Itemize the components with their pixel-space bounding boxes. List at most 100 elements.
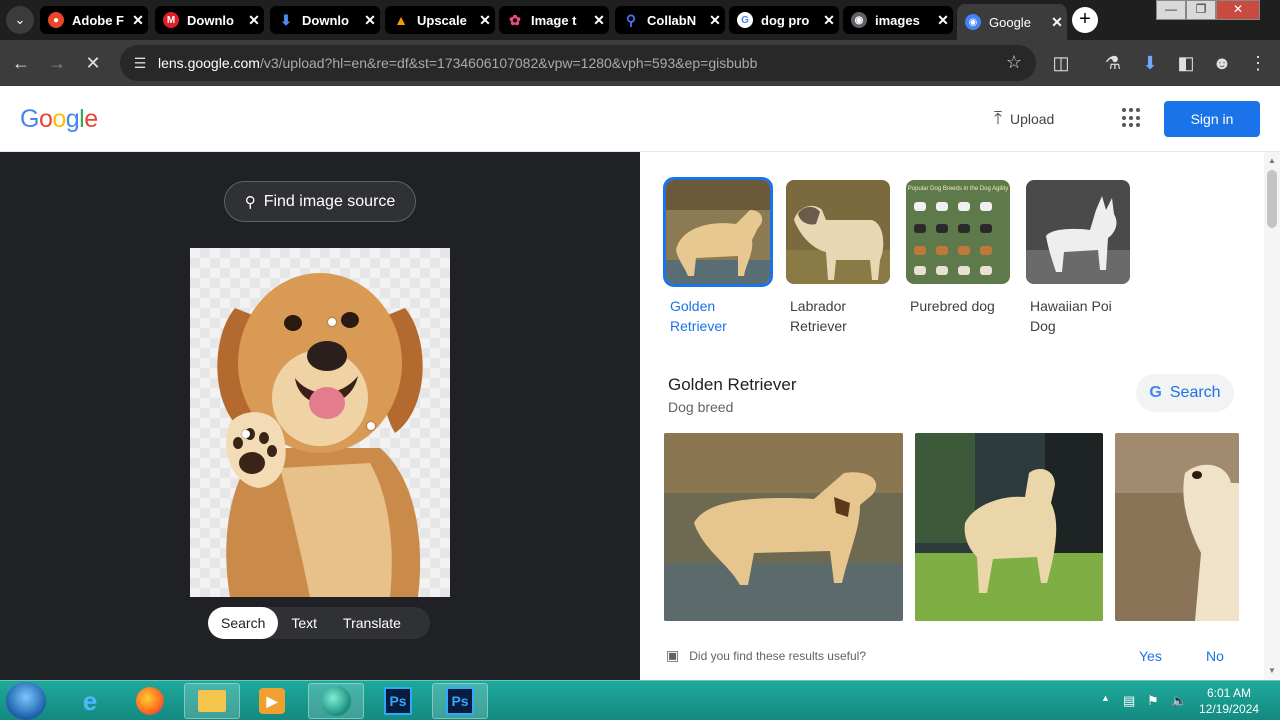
visual-match-dot[interactable] bbox=[328, 318, 336, 326]
query-image[interactable] bbox=[190, 248, 450, 597]
tab-adobe[interactable]: ● Adobe F ✕ bbox=[40, 6, 148, 34]
restore-button[interactable]: ❐ bbox=[1186, 0, 1216, 20]
entity-label[interactable]: Labrador Retriever bbox=[786, 296, 890, 336]
mode-search-tab[interactable]: Search bbox=[208, 607, 279, 639]
labs-button[interactable]: ⚗ bbox=[1100, 50, 1126, 76]
tab-images[interactable]: ◉ images ✕ bbox=[843, 6, 953, 34]
volume-muted-icon[interactable]: 🔈 bbox=[1171, 693, 1187, 709]
profile-button[interactable]: ☻ bbox=[1209, 50, 1235, 76]
browser-menu-button[interactable]: ⋮ bbox=[1245, 50, 1271, 76]
close-window-button[interactable]: ✕ bbox=[1216, 0, 1260, 20]
tab-collabn[interactable]: ⚲ CollabN ✕ bbox=[615, 6, 725, 34]
close-icon[interactable]: ✕ bbox=[244, 12, 264, 29]
action-center-flag-icon[interactable]: ⚑ bbox=[1147, 693, 1159, 709]
back-button[interactable]: ← bbox=[8, 50, 34, 76]
bookmark-star-icon[interactable]: ☆ bbox=[1006, 52, 1022, 73]
entity-label[interactable]: Golden Retriever bbox=[666, 296, 770, 336]
forward-button[interactable]: → bbox=[44, 50, 70, 76]
tab-title: Google bbox=[989, 14, 1031, 30]
close-icon[interactable]: ✕ bbox=[1047, 14, 1067, 31]
lens-mode-switcher: Search Text Translate bbox=[208, 607, 430, 639]
network-icon[interactable]: ▤ bbox=[1123, 693, 1135, 709]
tab-google-lens-active[interactable]: ◉ Google ✕ bbox=[957, 4, 1067, 40]
m-icon: M bbox=[163, 12, 179, 28]
scroll-down-icon[interactable]: ▼ bbox=[1264, 666, 1280, 675]
file-explorer-icon[interactable] bbox=[184, 683, 240, 719]
golden-retriever-grass-photo bbox=[915, 433, 1103, 621]
entity-hawaiian-poi-dog[interactable]: Hawaiian Poi Dog bbox=[1026, 180, 1130, 336]
tray-expand-icon[interactable]: ▲ bbox=[1101, 693, 1110, 703]
google-apps-icon[interactable] bbox=[1122, 108, 1142, 128]
minimize-button[interactable]: — bbox=[1156, 0, 1186, 20]
site-settings-icon[interactable]: ☰ bbox=[130, 53, 150, 73]
internet-explorer-icon[interactable]: e bbox=[62, 683, 118, 719]
mode-translate-tab[interactable]: Translate bbox=[330, 607, 414, 639]
google-search-button[interactable]: G Search bbox=[1136, 374, 1234, 412]
tab-image-t[interactable]: ✿ Image t ✕ bbox=[499, 6, 609, 34]
close-icon[interactable]: ✕ bbox=[360, 12, 380, 29]
photoshop-open-icon[interactable]: Ps bbox=[432, 683, 488, 719]
stop-loading-button[interactable]: ✕ bbox=[80, 50, 106, 76]
golden-retriever-forest-photo bbox=[1115, 433, 1239, 621]
golden-retriever-illustration bbox=[217, 273, 423, 597]
entity-purebred-dog[interactable]: Popular Dog Breeds in the Dog Agility Pu… bbox=[906, 180, 1010, 316]
tab-download-2[interactable]: ⬇ Downlo ✕ bbox=[270, 6, 380, 34]
visual-match-dot[interactable] bbox=[242, 430, 250, 438]
entity-thumbnail[interactable] bbox=[786, 180, 890, 284]
lens-icon: ◉ bbox=[965, 14, 981, 30]
result-image[interactable] bbox=[1115, 433, 1239, 621]
entity-thumbnail[interactable] bbox=[1026, 180, 1130, 284]
scroll-thumb[interactable] bbox=[1267, 170, 1277, 228]
upload-button[interactable]: ⤒ Upload bbox=[994, 108, 1054, 129]
close-icon[interactable]: ✕ bbox=[589, 12, 609, 29]
image-search-icon: ⚲ bbox=[244, 193, 256, 211]
tab-title: dog pro bbox=[761, 12, 810, 28]
firefox-icon[interactable] bbox=[122, 683, 178, 719]
photoshop-icon[interactable]: Ps bbox=[370, 683, 426, 719]
entity-golden-retriever[interactable]: Golden Retriever bbox=[663, 177, 773, 336]
tab-upscale[interactable]: ▲ Upscale ✕ bbox=[385, 6, 495, 34]
start-button[interactable] bbox=[6, 682, 46, 720]
close-icon[interactable]: ✕ bbox=[933, 12, 953, 29]
tab-dog-pro[interactable]: G dog pro ✕ bbox=[729, 6, 839, 34]
url-text[interactable]: lens.google.com/v3/upload?hl=en&re=df&st… bbox=[158, 55, 757, 71]
find-image-source-button[interactable]: ⚲ Find image source bbox=[224, 181, 416, 222]
tab-download-1[interactable]: M Downlo ✕ bbox=[155, 6, 264, 34]
close-icon[interactable]: ✕ bbox=[819, 12, 839, 29]
system-clock[interactable]: 6:01 AM 12/19/2024 bbox=[1196, 685, 1262, 717]
entity-thumbnail[interactable]: Popular Dog Breeds in the Dog Agility bbox=[906, 180, 1010, 284]
octopus-icon: ✿ bbox=[509, 11, 521, 28]
thumbnail-caption: Popular Dog Breeds in the Dog Agility bbox=[908, 186, 1008, 192]
entity-label[interactable]: Hawaiian Poi Dog bbox=[1026, 296, 1130, 336]
tab-title: Upscale bbox=[417, 12, 467, 28]
result-image[interactable] bbox=[915, 433, 1103, 621]
scroll-up-icon[interactable]: ▲ bbox=[1264, 156, 1280, 165]
knowledge-panel-subtitle: Dog breed bbox=[668, 399, 734, 415]
tab-title: Downlo bbox=[302, 12, 349, 28]
google-logo[interactable]: Google bbox=[20, 105, 98, 134]
tab-search-button[interactable]: ⌄ bbox=[6, 6, 34, 34]
feedback-no-button[interactable]: No bbox=[1206, 648, 1224, 664]
media-player-icon[interactable]: ▶ bbox=[244, 683, 300, 719]
close-icon[interactable]: ✕ bbox=[128, 12, 148, 29]
close-icon[interactable]: ✕ bbox=[705, 12, 725, 29]
results-scrollbar[interactable]: ▲ ▼ bbox=[1264, 152, 1280, 680]
feedback-yes-button[interactable]: Yes bbox=[1139, 648, 1162, 664]
extensions-button[interactable]: ◫ bbox=[1048, 50, 1074, 76]
chevron-down-icon: ⌄ bbox=[14, 12, 26, 27]
entity-label[interactable]: Purebred dog bbox=[906, 296, 1010, 316]
sign-in-button[interactable]: Sign in bbox=[1164, 101, 1260, 137]
downloads-button[interactable]: ⬇ bbox=[1137, 50, 1163, 76]
entity-thumbnail[interactable] bbox=[663, 177, 773, 287]
side-panel-button[interactable]: ◧ bbox=[1173, 50, 1199, 76]
new-tab-button[interactable]: + bbox=[1072, 7, 1098, 33]
mode-text-tab[interactable]: Text bbox=[278, 607, 330, 639]
flask-icon: ⚗ bbox=[1104, 52, 1122, 73]
browser-taskbar-icon[interactable] bbox=[308, 683, 364, 719]
close-icon[interactable]: ✕ bbox=[475, 12, 495, 29]
address-bar[interactable]: ☰ lens.google.com/v3/upload?hl=en&re=df&… bbox=[120, 45, 1036, 81]
visual-match-dot[interactable] bbox=[367, 422, 375, 430]
result-image[interactable] bbox=[664, 433, 903, 621]
minimize-icon: — bbox=[1165, 2, 1177, 16]
entity-labrador-retriever[interactable]: Labrador Retriever bbox=[786, 180, 890, 336]
